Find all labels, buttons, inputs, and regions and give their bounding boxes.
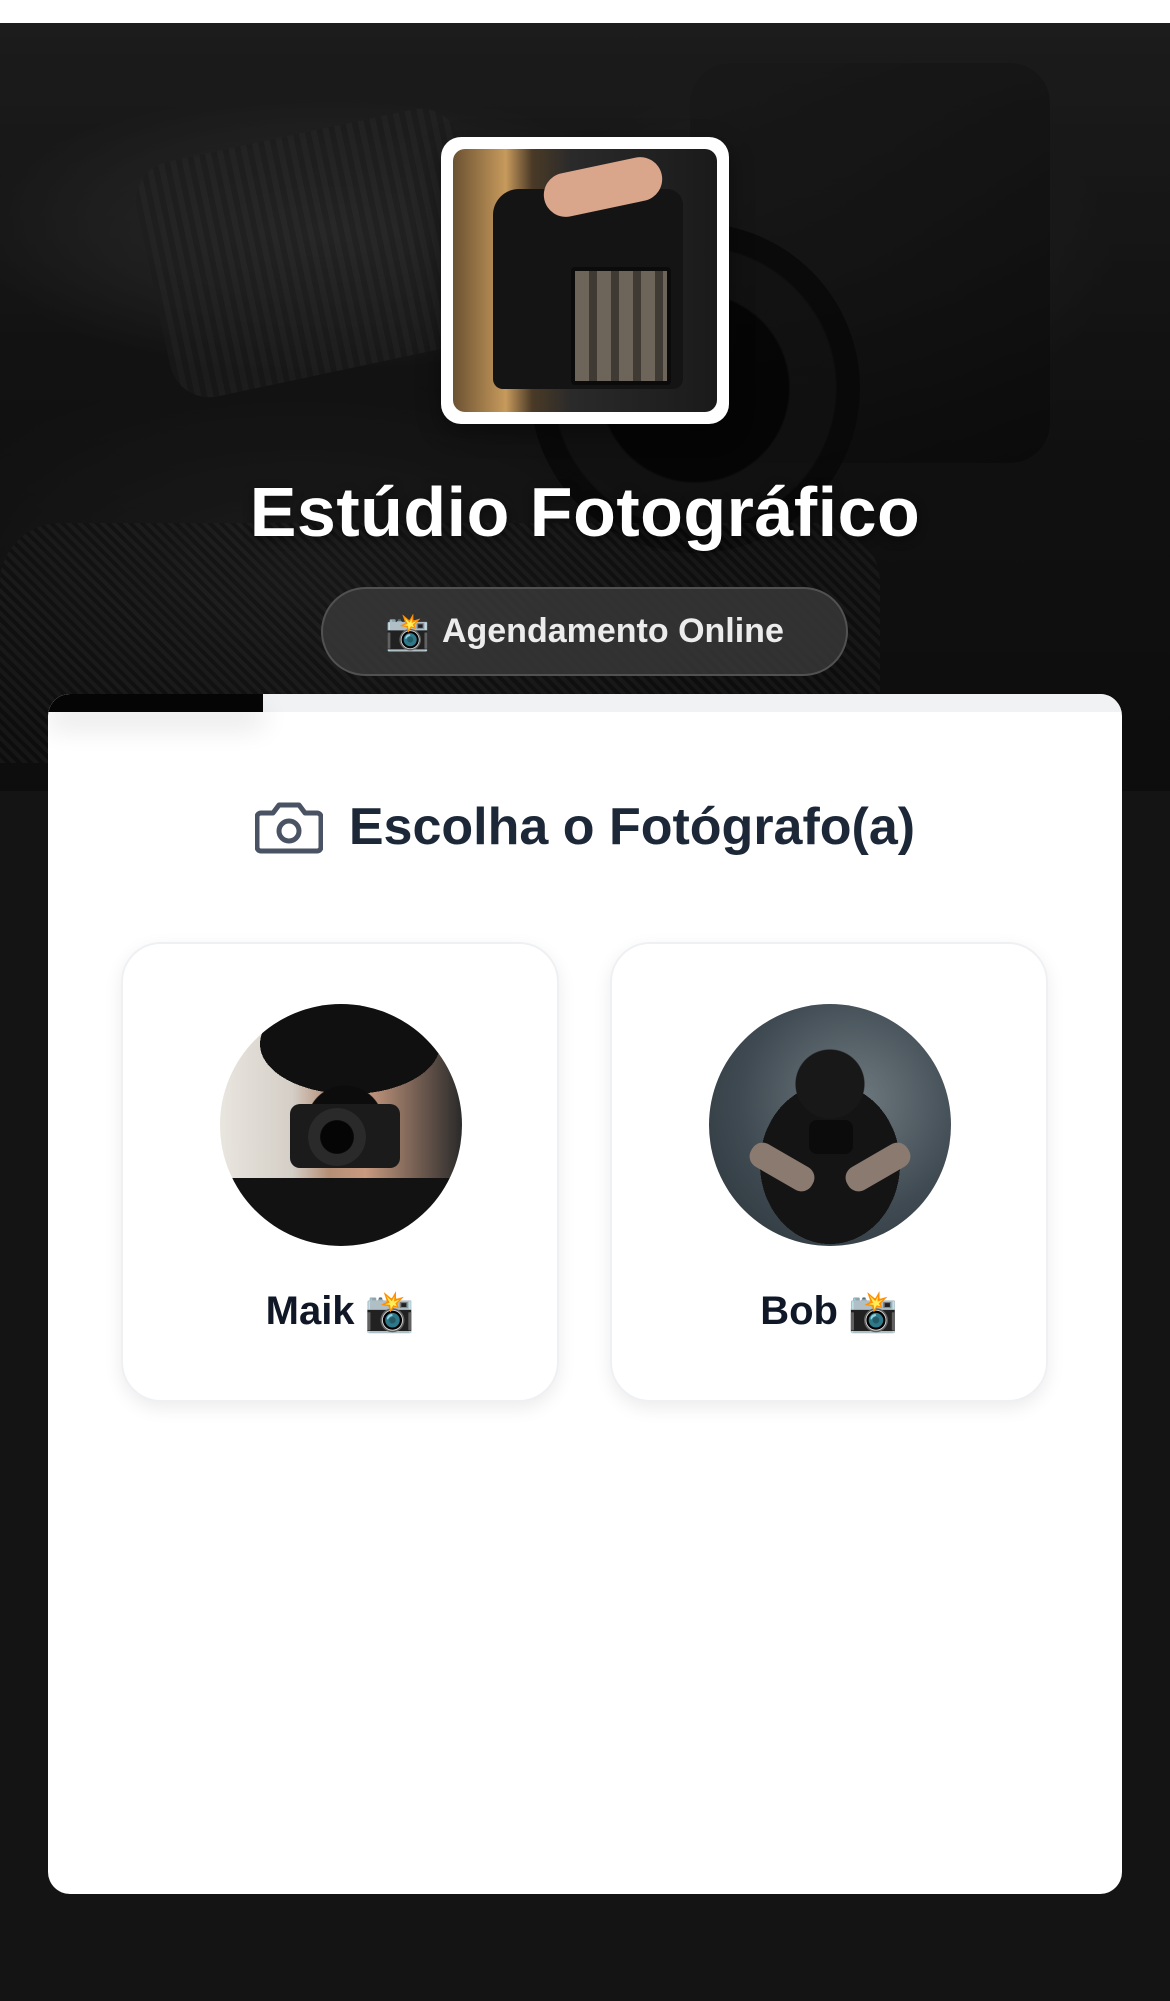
camera-flash-icon: 📸 xyxy=(385,610,430,652)
progress-track xyxy=(48,694,1122,712)
avatar-camera-shape xyxy=(809,1120,853,1154)
photographer-name-text: Maik xyxy=(265,1289,355,1333)
top-status-strip xyxy=(0,0,1170,23)
photographer-name: Bob 📸 xyxy=(612,1289,1046,1334)
booking-badge: 📸 Agendamento Online xyxy=(321,587,848,676)
studio-logo xyxy=(441,137,729,424)
camera-icon xyxy=(254,802,323,854)
photographer-name: Maik 📸 xyxy=(123,1289,557,1334)
studio-logo-image xyxy=(453,149,717,412)
avatar-arm-shape xyxy=(745,1138,819,1196)
avatar xyxy=(709,1004,951,1246)
avatar-lens-shape xyxy=(308,1108,366,1166)
logo-camera-screen xyxy=(571,267,671,385)
photographer-name-text: Bob xyxy=(760,1289,838,1333)
avatar xyxy=(220,1004,462,1246)
section-title: Escolha o Fotógrafo(a) xyxy=(348,798,916,856)
studio-title: Estúdio Fotográfico xyxy=(249,473,921,551)
progress-fill xyxy=(48,694,263,712)
booking-badge-label: Agendamento Online xyxy=(441,612,784,650)
photographer-card-bob[interactable]: Bob 📸 xyxy=(610,942,1048,1402)
camera-flash-icon: 📸 xyxy=(364,1289,415,1334)
section-header: Escolha o Fotógrafo(a) xyxy=(48,792,1122,862)
selection-card: Escolha o Fotógrafo(a) Maik 📸 Bob 📸 xyxy=(48,694,1122,1894)
camera-flash-icon: 📸 xyxy=(847,1289,898,1334)
photographer-card-maik[interactable]: Maik 📸 xyxy=(121,942,559,1402)
